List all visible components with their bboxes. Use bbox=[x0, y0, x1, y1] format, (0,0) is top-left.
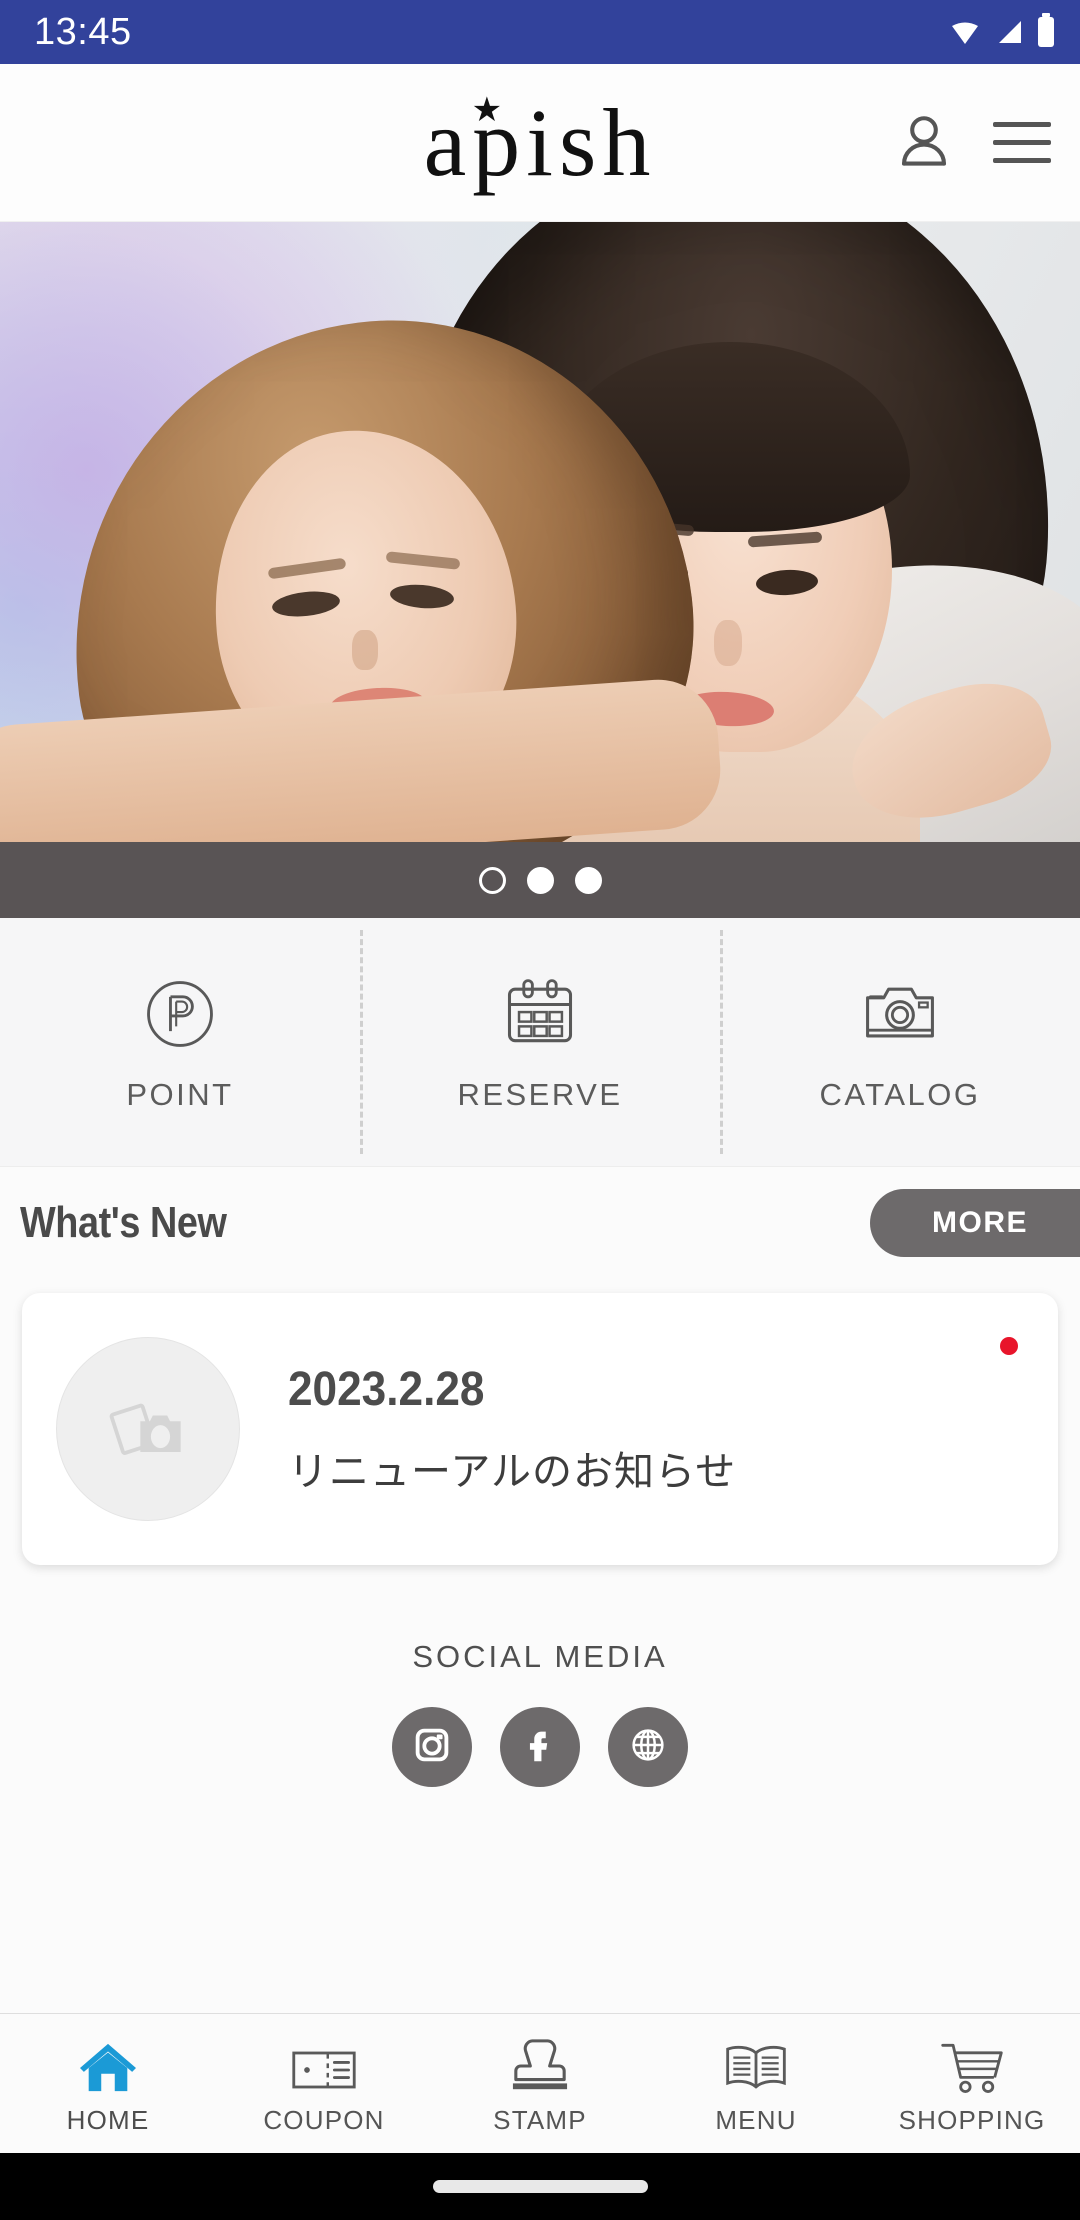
nav-item-menu[interactable]: MENU bbox=[648, 2031, 864, 2136]
carousel-dot-2[interactable] bbox=[526, 866, 554, 894]
quick-action-label: POINT bbox=[126, 1077, 234, 1112]
instagram-icon bbox=[409, 1722, 455, 1773]
app-screen: 13:45 apish ★ POINT RESERVE CATALOG What… bbox=[0, 0, 1080, 2220]
carousel-dot-1[interactable] bbox=[478, 866, 506, 894]
calendar-icon bbox=[497, 971, 583, 1057]
gesture-handle[interactable] bbox=[432, 2180, 648, 2193]
news-text-block: 2023.2.28 リニューアルのお知らせ bbox=[288, 1362, 736, 1497]
point-circle-p-icon bbox=[137, 971, 223, 1057]
home-icon bbox=[77, 2031, 139, 2095]
quick-action-reserve[interactable]: RESERVE bbox=[360, 918, 720, 1166]
bottom-navigation-bar: HOME COUPON STAMP MENU SHOPPING bbox=[0, 2013, 1080, 2153]
photo-camera-placeholder-icon bbox=[100, 1379, 196, 1480]
account-button[interactable] bbox=[892, 111, 956, 175]
news-unread-badge bbox=[1000, 1337, 1018, 1355]
main-content: What's New MORE 2023.2.28 リニューアルのお知らせ SO… bbox=[0, 1167, 1080, 2013]
system-gesture-bar bbox=[0, 2153, 1080, 2220]
status-time: 13:45 bbox=[34, 11, 132, 53]
news-headline: リニューアルのお知らせ bbox=[288, 1449, 737, 1494]
whats-new-title: What's New bbox=[20, 1198, 227, 1247]
nav-label: SHOPPING bbox=[898, 2105, 1046, 2135]
open-book-icon bbox=[722, 2031, 790, 2095]
nav-label: MENU bbox=[715, 2105, 797, 2135]
app-header: apish ★ bbox=[0, 64, 1080, 222]
news-date: 2023.2.28 bbox=[288, 1362, 485, 1416]
social-link-instagram[interactable] bbox=[392, 1707, 472, 1787]
quick-action-label: CATALOG bbox=[819, 1077, 981, 1112]
nav-item-home[interactable]: HOME bbox=[0, 2031, 216, 2136]
news-list-item[interactable]: 2023.2.28 リニューアルのお知らせ bbox=[22, 1293, 1058, 1565]
quick-action-catalog[interactable]: CATALOG bbox=[720, 918, 1080, 1166]
whats-new-more-button[interactable]: MORE bbox=[870, 1189, 1080, 1257]
hero-artwork bbox=[0, 222, 1080, 842]
logo-wordmark: apish bbox=[423, 88, 657, 196]
quick-actions-row: POINT RESERVE CATALOG bbox=[0, 918, 1080, 1167]
header-actions bbox=[892, 111, 1054, 175]
person-icon bbox=[895, 111, 953, 174]
menu-button[interactable] bbox=[990, 111, 1054, 175]
nav-item-stamp[interactable]: STAMP bbox=[432, 2031, 648, 2136]
social-link-website[interactable] bbox=[608, 1707, 688, 1787]
social-link-facebook[interactable] bbox=[500, 1707, 580, 1787]
ticket-icon bbox=[290, 2031, 358, 2095]
battery-icon bbox=[1038, 13, 1054, 47]
quick-action-point[interactable]: POINT bbox=[0, 918, 360, 1166]
apish-logo[interactable]: apish ★ bbox=[423, 88, 657, 196]
nav-label: HOME bbox=[66, 2105, 150, 2135]
hamburger-menu-icon bbox=[993, 122, 1051, 163]
camera-icon bbox=[857, 971, 943, 1057]
news-thumbnail bbox=[56, 1337, 240, 1521]
wifi-icon bbox=[950, 19, 980, 45]
carousel-dot-3[interactable] bbox=[574, 866, 602, 894]
quick-action-label: RESERVE bbox=[457, 1077, 623, 1112]
nav-label: STAMP bbox=[493, 2105, 587, 2135]
status-bar: 13:45 bbox=[0, 0, 1080, 64]
social-media-links bbox=[392, 1707, 688, 1787]
carousel-indicator-bar bbox=[0, 842, 1080, 918]
logo-star-icon: ★ bbox=[471, 90, 503, 129]
social-media-title: SOCIAL MEDIA bbox=[412, 1639, 668, 1674]
nav-label: COUPON bbox=[263, 2105, 385, 2135]
social-media-section: SOCIAL MEDIA bbox=[0, 1639, 1080, 1787]
status-icon-group bbox=[950, 13, 1054, 47]
globe-icon bbox=[625, 1722, 671, 1773]
facebook-icon bbox=[517, 1722, 563, 1773]
nav-item-shopping[interactable]: SHOPPING bbox=[864, 2031, 1080, 2136]
shopping-cart-icon bbox=[938, 2031, 1006, 2095]
hero-carousel-image[interactable] bbox=[0, 222, 1080, 842]
stamp-icon bbox=[509, 2031, 571, 2095]
signal-icon bbox=[994, 19, 1024, 45]
nav-item-coupon[interactable]: COUPON bbox=[216, 2031, 432, 2136]
whats-new-header: What's New MORE bbox=[0, 1167, 1080, 1279]
